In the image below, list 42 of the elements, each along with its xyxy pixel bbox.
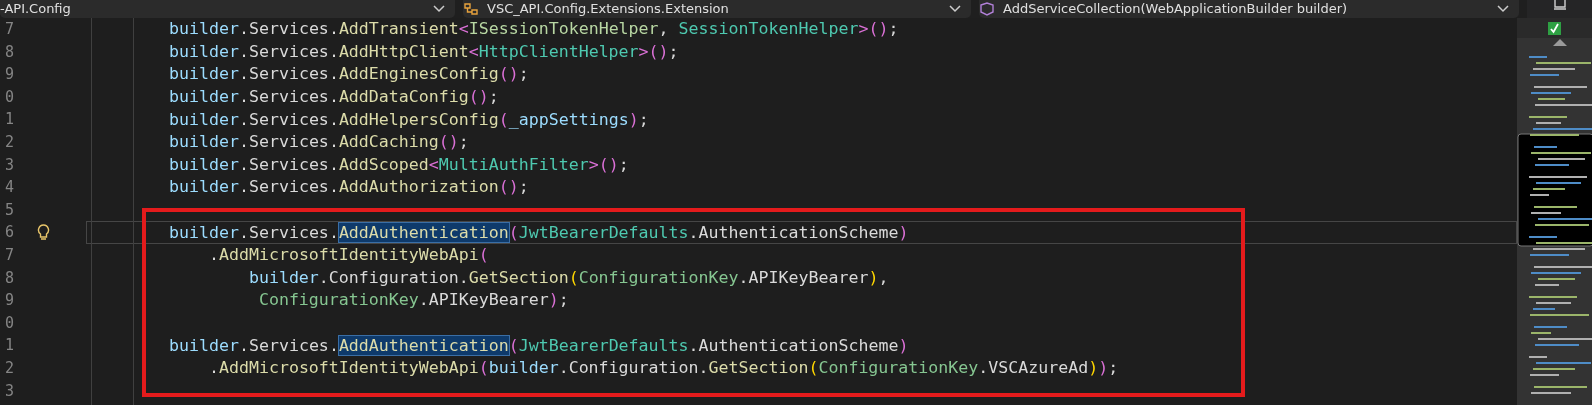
tray-icon[interactable] <box>1552 0 1567 10</box>
chevron-down-icon <box>433 5 445 13</box>
line-number: 4 <box>3 177 14 199</box>
hierarchy-icon <box>463 2 479 16</box>
navigation-dropdown[interactable]: AddServiceCollection(WebApplicationBuilder builder) <box>979 0 1519 18</box>
line-number: 8 <box>3 41 14 63</box>
line-number: 7 <box>3 244 14 266</box>
line-number: 2 <box>3 357 14 379</box>
line-number: 9 <box>3 64 14 86</box>
navigation-dropdown[interactable]: -API.Config <box>0 0 455 18</box>
code-line: builder.Services.AddTransient<ISessionTokenHelper, SessionTokenHelper>(); <box>169 19 899 40</box>
line-number: 0 <box>3 86 14 108</box>
line-number: 3 <box>3 154 14 176</box>
check-icon <box>1548 21 1561 35</box>
line-number: 3 <box>3 380 14 402</box>
code-line: builder.Services.AddEnginesConfig(); <box>169 64 529 85</box>
code-line: builder.Services.AddScoped<MultiAuthFilter>(); <box>169 154 629 175</box>
code-line: builder.Services.AddHttpClient<HttpClientHelper>(); <box>169 41 679 62</box>
code-line: builder.Services.AddAuthorization(); <box>169 177 529 198</box>
code-line: .AddMicrosoftIdentityWebApi(builder.Configuration.GetSection(ConfigurationKey.VSCAzureAd)); <box>207 358 1119 379</box>
code-line: .AddMicrosoftIdentityWebApi( <box>207 245 489 266</box>
cube-icon <box>979 2 995 16</box>
line-number: 6 <box>3 222 14 244</box>
line-number: 7 <box>3 19 14 40</box>
code-line: ConfigurationKey.APIKeyBearer); <box>257 290 569 311</box>
line-number: 1 <box>3 109 14 131</box>
chevron-down-icon <box>949 5 961 13</box>
line-number: 8 <box>3 267 14 289</box>
code-line: builder.Services.AddCaching(); <box>169 132 469 153</box>
line-number: 0 <box>3 312 14 334</box>
line-number: 2 <box>3 131 14 153</box>
code-line: builder.Services.AddHelpersConfig(_appSettings); <box>169 109 649 130</box>
code-line: builder.Services.AddAuthentication(JwtBearerDefaults.AuthenticationScheme) <box>169 222 909 243</box>
code-line: builder.Services.AddDataConfig(); <box>169 87 499 108</box>
code-line: builder.Configuration.GetSection(ConfigurationKey.APIKeyBearer), <box>247 267 889 288</box>
lightbulb-icon[interactable] <box>37 224 50 242</box>
code-line: builder.Services.AddAuthentication(JwtBearerDefaults.AuthenticationScheme) <box>169 335 909 356</box>
line-number: 5 <box>3 199 14 221</box>
navigation-dropdown[interactable]: VSC_API.Config.Extensions.Extension <box>463 0 971 18</box>
line-number: 9 <box>3 290 14 312</box>
line-number: 1 <box>3 335 14 357</box>
chevron-down-icon <box>1497 5 1509 13</box>
